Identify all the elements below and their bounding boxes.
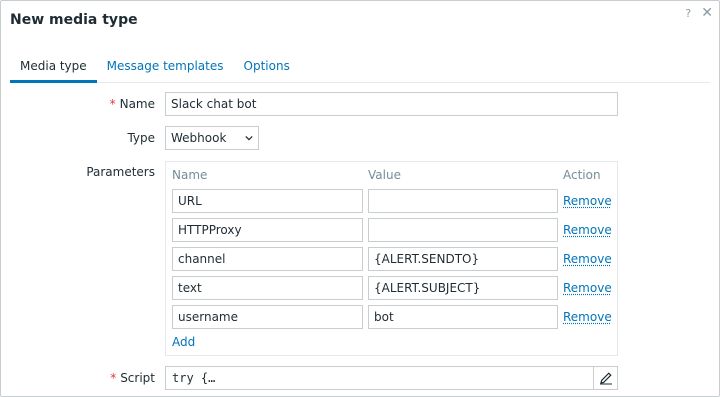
help-icon[interactable]: ?: [683, 7, 693, 20]
script-label-row: * Script: [1, 371, 155, 385]
param-name-input[interactable]: URL: [172, 189, 363, 213]
pencil-icon: [599, 372, 612, 385]
tab-bar: Media type Message templates Options: [10, 53, 710, 83]
chevron-down-icon: [245, 135, 253, 141]
close-icon[interactable]: ✕: [701, 6, 713, 20]
required-marker: *: [109, 97, 116, 111]
tab-options[interactable]: Options: [234, 53, 300, 83]
required-marker: *: [110, 371, 117, 385]
param-value-input[interactable]: [368, 218, 558, 242]
type-select[interactable]: Webhook: [165, 126, 259, 150]
param-name-input[interactable]: HTTPProxy: [172, 218, 363, 242]
remove-link[interactable]: Remove: [563, 281, 612, 295]
parameters-table: Name Value Action URL Remove HTTPProxy R…: [165, 161, 618, 356]
column-header-name: Name: [172, 168, 208, 182]
dialog-title: New media type: [10, 12, 138, 28]
param-value-input[interactable]: bot: [368, 305, 558, 329]
remove-link[interactable]: Remove: [563, 252, 612, 266]
media-type-dialog: New media type ? ✕ Media type Message te…: [0, 0, 720, 397]
tab-media-type[interactable]: Media type: [10, 53, 97, 83]
param-value-input[interactable]: [368, 189, 558, 213]
type-select-value: Webhook: [171, 131, 227, 145]
column-header-value: Value: [368, 168, 401, 182]
name-label-row: * Name: [1, 97, 155, 111]
script-label: Script: [120, 371, 155, 385]
parameters-label: Parameters: [86, 165, 155, 179]
script-edit-button[interactable]: [593, 367, 617, 389]
add-parameter-link[interactable]: Add: [172, 335, 195, 349]
name-input[interactable]: Slack chat bot: [165, 92, 618, 116]
script-preview: try {…: [172, 371, 216, 385]
tab-message-templates[interactable]: Message templates: [97, 53, 234, 83]
param-value-input[interactable]: {ALERT.SUBJECT}: [368, 276, 558, 300]
param-name-input[interactable]: username: [172, 305, 363, 329]
param-value-input[interactable]: {ALERT.SENDTO}: [368, 247, 558, 271]
dialog-header-icons: ? ✕: [683, 6, 713, 20]
param-name-input[interactable]: text: [172, 276, 363, 300]
type-label: Type: [127, 131, 155, 145]
script-field[interactable]: try {…: [165, 366, 618, 390]
param-name-input[interactable]: channel: [172, 247, 363, 271]
name-label: Name: [119, 97, 155, 111]
remove-link[interactable]: Remove: [563, 223, 612, 237]
remove-link[interactable]: Remove: [563, 310, 612, 324]
column-header-action: Action: [563, 168, 601, 182]
remove-link[interactable]: Remove: [563, 194, 612, 208]
